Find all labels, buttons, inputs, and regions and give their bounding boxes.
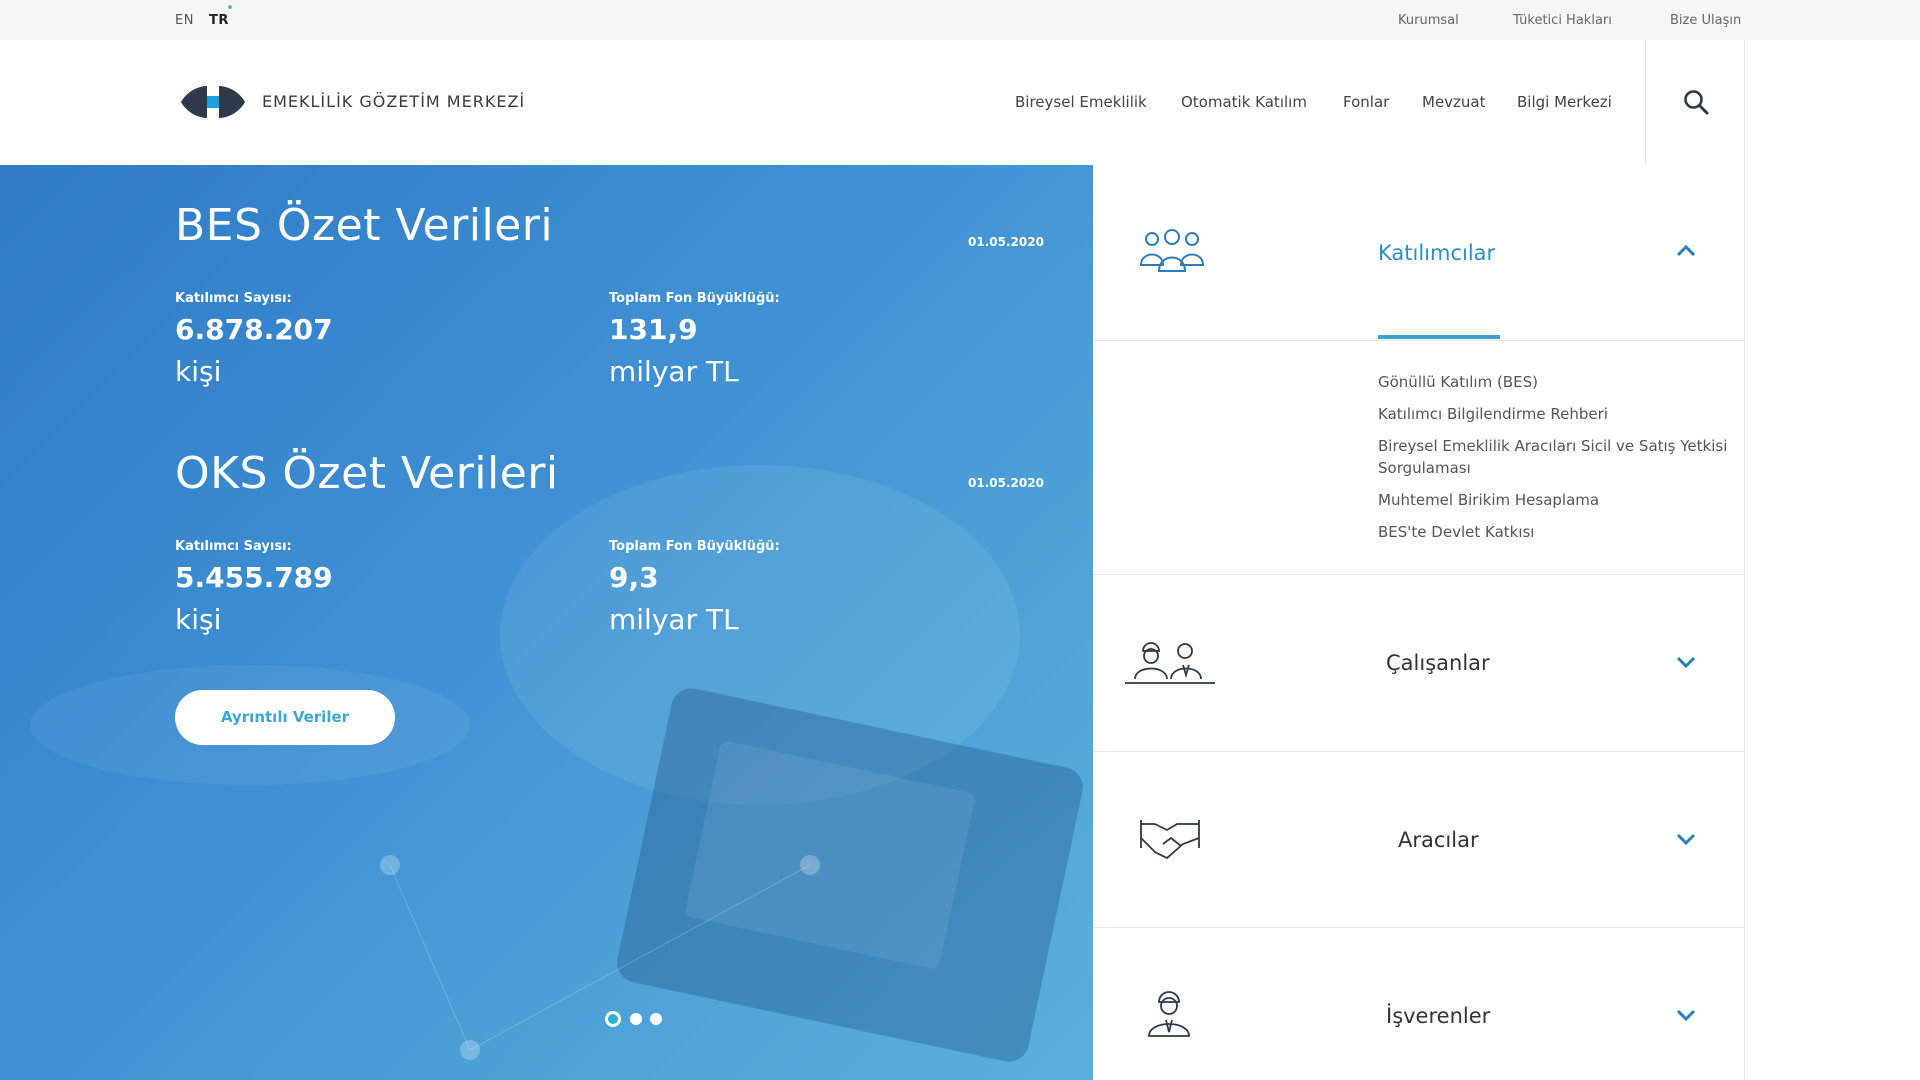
slider-dot-3[interactable] bbox=[650, 1013, 662, 1025]
hero-slider: BES Özet Verileri 01.05.2020 Katılımcı S… bbox=[0, 165, 1093, 1080]
link-katilimci-bilgilendirme[interactable]: Katılımcı Bilgilendirme Rehberi bbox=[1378, 403, 1608, 425]
top-link-tuketici-haklari[interactable]: Tüketici Hakları bbox=[1513, 13, 1612, 28]
oks-participants-label: Katılımcı Sayısı: bbox=[175, 539, 292, 554]
accordion-katilimcilar-header[interactable]: Katılımcılar bbox=[1093, 165, 1745, 341]
bes-date: 01.05.2020 bbox=[968, 235, 1044, 249]
search-icon bbox=[1684, 90, 1709, 115]
bes-summary-title: BES Özet Verileri bbox=[175, 200, 554, 251]
oks-participants-value: 5.455.789 bbox=[175, 561, 333, 594]
oks-fund-value: 9,3 bbox=[609, 561, 659, 594]
audience-accordion: Katılımcılar Gönüllü Katılım (BES) Katıl… bbox=[1093, 165, 1745, 1080]
accordion-isverenler-header[interactable]: İşverenler bbox=[1093, 928, 1745, 1080]
nav-mevzuat[interactable]: Mevzuat bbox=[1422, 93, 1486, 111]
accordion-title-calisanlar[interactable]: Çalışanlar bbox=[1386, 651, 1490, 675]
slider-dot-1[interactable] bbox=[605, 1011, 621, 1027]
bes-fund-label: Toplam Fon Büyüklüğü: bbox=[609, 291, 780, 306]
link-muhtemel-birikim[interactable]: Muhtemel Birikim Hesaplama bbox=[1378, 489, 1599, 511]
oks-summary-title: OKS Özet Verileri bbox=[175, 448, 559, 499]
top-link-bize-ulasin[interactable]: Bize Ulaşın bbox=[1670, 13, 1741, 28]
link-gonullu-katilim[interactable]: Gönüllü Katılım (BES) bbox=[1378, 371, 1538, 393]
link-devlet-katkisi[interactable]: BES'te Devlet Katkısı bbox=[1378, 521, 1534, 543]
businessman-icon bbox=[1148, 991, 1190, 1037]
active-tab-underline bbox=[1378, 335, 1500, 339]
accordion-aracilar-header[interactable]: Aracılar bbox=[1093, 752, 1745, 928]
logo-eye-icon[interactable] bbox=[175, 84, 251, 120]
link-araci-sicil-sorgulama[interactable]: Bireysel Emeklilik Aracıları Sicil ve Sa… bbox=[1378, 435, 1743, 479]
chevron-down-icon[interactable] bbox=[1675, 655, 1697, 669]
oks-fund-unit: milyar TL bbox=[609, 603, 739, 636]
top-utility-bar: EN TR Kurumsal Tüketici Hakları Bize Ula… bbox=[0, 0, 1920, 40]
nav-bilgi-merkezi[interactable]: Bilgi Merkezi bbox=[1517, 93, 1612, 111]
detailed-data-button[interactable]: Ayrıntılı Veriler bbox=[175, 690, 395, 745]
chevron-up-icon[interactable] bbox=[1675, 244, 1697, 258]
accordion-title-isverenler[interactable]: İşverenler bbox=[1386, 1004, 1490, 1028]
search-button[interactable] bbox=[1645, 40, 1745, 165]
site-header: EMEKLİLİK GÖZETİM MERKEZİ Bireysel Emekl… bbox=[0, 40, 1920, 165]
bes-participants-unit: kişi bbox=[175, 355, 222, 388]
nav-fonlar[interactable]: Fonlar bbox=[1343, 93, 1389, 111]
accordion-title-katilimcilar[interactable]: Katılımcılar bbox=[1378, 241, 1495, 265]
accordion-katilimcilar-body: Gönüllü Katılım (BES) Katılımcı Bilgilen… bbox=[1093, 341, 1745, 575]
accordion-title-aracilar[interactable]: Aracılar bbox=[1398, 828, 1479, 852]
chevron-down-icon[interactable] bbox=[1675, 832, 1697, 846]
bes-participants-label: Katılımcı Sayısı: bbox=[175, 291, 292, 306]
bes-participants-value: 6.878.207 bbox=[175, 313, 333, 346]
oks-fund-label: Toplam Fon Büyüklüğü: bbox=[609, 539, 780, 554]
workers-icon bbox=[1125, 642, 1215, 684]
active-lang-indicator bbox=[228, 5, 232, 9]
top-link-kurumsal[interactable]: Kurumsal bbox=[1398, 13, 1459, 28]
hero-background-image bbox=[30, 465, 1083, 1062]
slider-dot-2[interactable] bbox=[630, 1013, 642, 1025]
chevron-down-icon[interactable] bbox=[1675, 1008, 1697, 1022]
bes-fund-value: 131,9 bbox=[609, 313, 698, 346]
nav-otomatik-katilim[interactable]: Otomatik Katılım bbox=[1181, 93, 1307, 111]
oks-date: 01.05.2020 bbox=[968, 476, 1044, 490]
nav-bireysel-emeklilik[interactable]: Bireysel Emeklilik bbox=[1015, 93, 1147, 111]
bes-fund-unit: milyar TL bbox=[609, 355, 739, 388]
lang-tr-link[interactable]: TR bbox=[209, 13, 229, 28]
lang-en-link[interactable]: EN bbox=[175, 13, 194, 28]
brand-name[interactable]: EMEKLİLİK GÖZETİM MERKEZİ bbox=[262, 92, 525, 111]
oks-participants-unit: kişi bbox=[175, 603, 222, 636]
people-group-icon bbox=[1139, 229, 1205, 272]
accordion-calisanlar-header[interactable]: Çalışanlar bbox=[1093, 575, 1745, 752]
handshake-icon bbox=[1140, 820, 1200, 860]
